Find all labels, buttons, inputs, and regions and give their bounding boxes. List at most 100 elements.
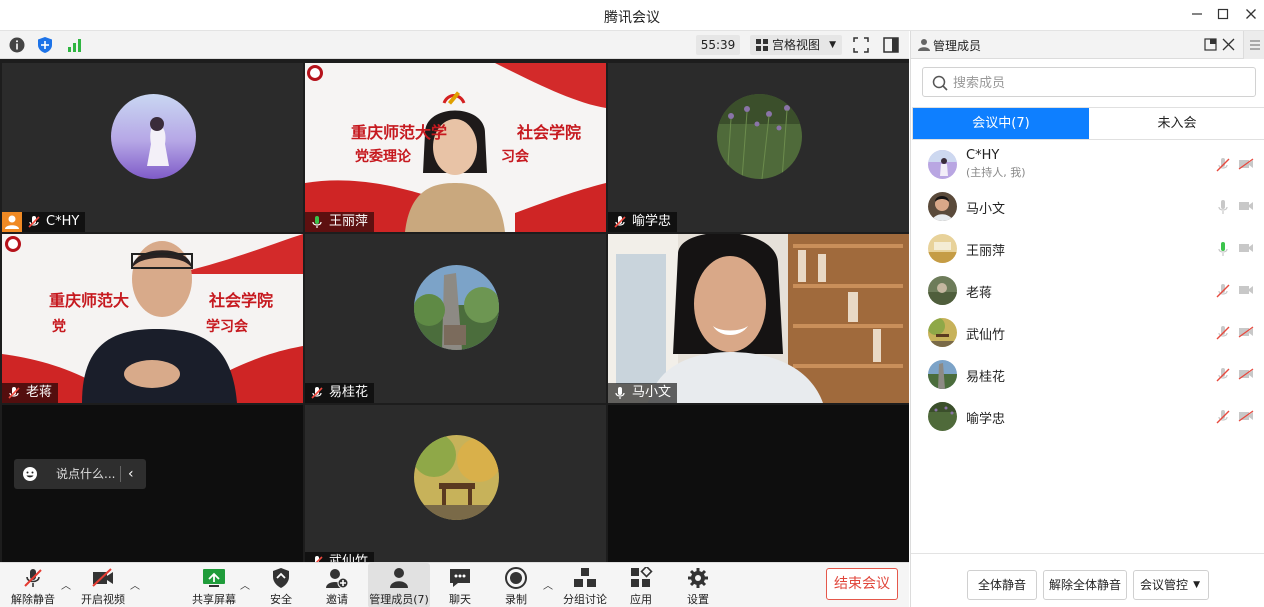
camera-icon[interactable] <box>1238 200 1254 212</box>
video-tile-yu-xuezhong[interactable]: 喻学忠 <box>608 63 909 232</box>
close-window-button[interactable] <box>1240 4 1262 26</box>
empty-tile-right <box>608 405 909 562</box>
avatar <box>111 94 196 179</box>
name-tag: 武仙竹 <box>305 552 375 562</box>
camera-off-icon[interactable] <box>1238 326 1254 338</box>
video-tile-lao-jiang[interactable]: 重庆师范大 社会学院 党学习会 老蒋 <box>2 234 303 403</box>
settings-button[interactable]: 设置 <box>678 563 718 607</box>
invite-button[interactable]: 邀请 <box>316 563 358 607</box>
members-panel: 管理成员 会议中(7) 未入会 C*HY (主持人, 我) 马小文 <box>910 31 1264 607</box>
panel-title: 管理成员 <box>933 39 982 53</box>
mute-all-button[interactable]: 全体静音 <box>967 570 1037 600</box>
avatar <box>928 402 957 431</box>
fullscreen-icon[interactable] <box>852 36 870 54</box>
video-tile-wang-liping[interactable]: 重庆师范大学 社会学院 党委理论 习会 王丽萍 <box>305 63 606 232</box>
mic-muted-icon[interactable] <box>1216 409 1230 425</box>
meeting-top-bar: 55:39 宫格视图 ▼ <box>0 31 909 59</box>
mic-muted-icon <box>28 216 40 228</box>
close-icon[interactable] <box>1222 38 1235 51</box>
unmute-all-button[interactable]: 解除全体静音 <box>1043 570 1127 600</box>
grid-view-dropdown[interactable]: 宫格视图 ▼ <box>750 35 842 55</box>
member-row[interactable]: 武仙竹 <box>911 311 1264 353</box>
mic-muted-icon[interactable] <box>1216 367 1230 383</box>
tab-not-joined[interactable]: 未入会 <box>1089 108 1264 139</box>
camera-off-icon[interactable] <box>1238 158 1254 170</box>
mic-speaking-icon[interactable] <box>1216 241 1230 257</box>
video-tile-ma-xiaowen[interactable]: 马小文 <box>608 234 909 403</box>
mic-muted-icon[interactable] <box>1216 283 1230 299</box>
mic-muted-icon[interactable] <box>1216 157 1230 173</box>
avatar <box>928 360 957 389</box>
panel-menu-button[interactable] <box>1243 31 1264 59</box>
member-row[interactable]: 王丽萍 <box>911 227 1264 269</box>
signal-icon[interactable] <box>66 36 84 54</box>
caret-up-icon[interactable]: ︿ <box>542 577 554 592</box>
info-icon[interactable] <box>8 36 26 54</box>
close-icon <box>1246 9 1256 19</box>
banner-text: 重庆师范大学 社会学院 <box>351 123 582 142</box>
apps-icon <box>631 567 653 587</box>
host-badge <box>2 212 22 232</box>
mic-muted-icon <box>614 216 626 228</box>
caret-up-icon[interactable]: ︿ <box>129 577 141 592</box>
popout-icon[interactable] <box>1204 38 1217 51</box>
manage-members-button[interactable]: 管理成员(7) <box>368 563 430 607</box>
name-tag: 王丽萍 <box>305 212 375 232</box>
banner-text-2: 党委理论 习会 <box>355 149 529 165</box>
emoji-icon[interactable] <box>22 466 38 482</box>
chat-placeholder[interactable]: 说点什么... <box>56 459 115 489</box>
mic-icon[interactable] <box>1216 199 1230 215</box>
member-row[interactable]: 老蒋 <box>911 269 1264 311</box>
minimize-icon <box>1192 13 1202 15</box>
avatar <box>414 265 499 350</box>
start-video-button[interactable]: 开启视频 <box>76 563 130 607</box>
member-search[interactable] <box>922 67 1256 97</box>
maximize-button[interactable] <box>1212 4 1234 26</box>
mic-speaking-icon <box>312 216 322 228</box>
camera-icon[interactable] <box>1238 242 1254 254</box>
unmute-button[interactable]: 解除静音 <box>6 563 60 607</box>
search-input[interactable] <box>953 74 1243 92</box>
video-tile-chy[interactable]: C*HY <box>2 63 303 232</box>
minimize-button[interactable] <box>1186 4 1208 26</box>
member-row[interactable]: 易桂花 <box>911 353 1264 395</box>
window-title: 腾讯会议 <box>604 10 660 26</box>
camera-off-icon[interactable] <box>1238 410 1254 422</box>
mic-muted-icon <box>313 556 323 562</box>
security-button[interactable]: 安全 <box>260 563 302 607</box>
video-tile-yi-guihua[interactable]: 易桂花 <box>305 234 606 403</box>
caret-up-icon[interactable]: ︿ <box>60 577 72 592</box>
chat-quick-input[interactable]: 说点什么... ‹ <box>14 459 146 489</box>
camera-off-icon[interactable] <box>1238 368 1254 380</box>
member-row[interactable]: C*HY (主持人, 我) <box>911 143 1264 185</box>
video-tile-wu-xianzhu[interactable]: 武仙竹 <box>305 405 606 562</box>
member-row[interactable]: 喻学忠 <box>911 395 1264 437</box>
side-panel-toggle-icon[interactable] <box>882 36 900 54</box>
caret-up-icon[interactable]: ︿ <box>239 577 251 592</box>
avatar <box>928 150 957 179</box>
menu-icon <box>1250 40 1260 50</box>
gear-icon <box>688 568 708 588</box>
avatar <box>928 234 957 263</box>
mic-muted-icon <box>8 387 20 399</box>
record-button[interactable]: 录制 <box>496 563 536 607</box>
end-meeting-button[interactable]: 结束会议 <box>826 568 898 600</box>
breakout-rooms-button[interactable]: 分组讨论 <box>560 563 610 607</box>
tab-in-meeting[interactable]: 会议中(7) <box>913 108 1089 139</box>
record-icon <box>505 567 527 589</box>
title-bar: 腾讯会议 <box>0 0 1264 31</box>
apps-button[interactable]: 应用 <box>620 563 662 607</box>
avatar <box>928 318 957 347</box>
meeting-control-dropdown[interactable]: 会议管控 ▼ <box>1133 570 1209 600</box>
banner-text: 重庆师范大 社会学院 <box>49 291 274 310</box>
camera-off-icon <box>92 568 113 587</box>
banner-text-2: 党学习会 <box>52 319 248 335</box>
share-screen-button[interactable]: 共享屏幕 <box>188 563 240 607</box>
camera-icon[interactable] <box>1238 284 1254 296</box>
chat-button[interactable]: 聊天 <box>440 563 480 607</box>
avatar <box>414 435 499 520</box>
chevron-left-icon[interactable]: ‹ <box>128 459 134 489</box>
shield-icon[interactable] <box>36 36 54 54</box>
member-row[interactable]: 马小文 <box>911 185 1264 227</box>
mic-muted-icon[interactable] <box>1216 325 1230 341</box>
